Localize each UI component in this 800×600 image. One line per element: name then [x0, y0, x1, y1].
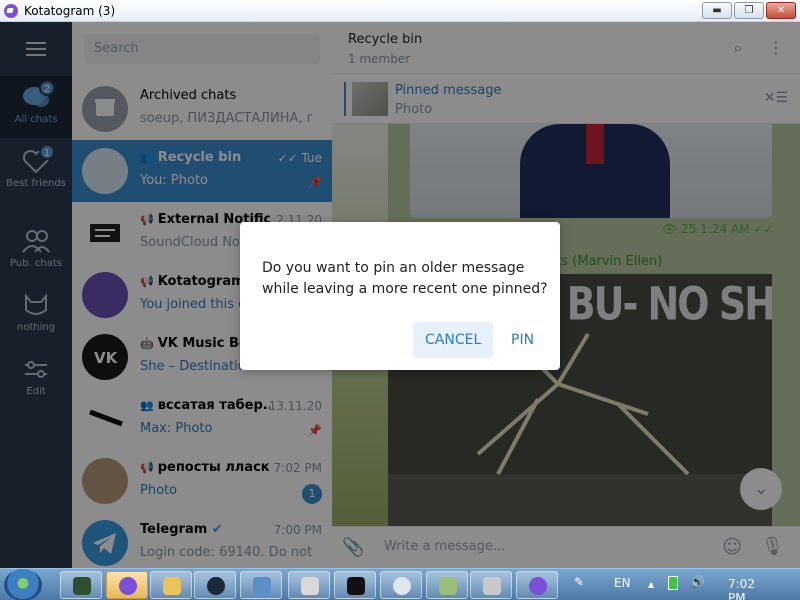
start-button[interactable]	[4, 569, 42, 600]
clock[interactable]: 7:02 PM	[728, 577, 755, 600]
cancel-button[interactable]: CANCEL	[413, 322, 494, 358]
battery-icon[interactable]	[668, 576, 678, 590]
close-button[interactable]: ✕	[766, 2, 796, 19]
kotatogram-app-icon	[4, 3, 18, 18]
minimize-button[interactable]: ▬	[702, 2, 732, 19]
kotatogram-icon	[119, 577, 137, 595]
taskbar-app[interactable]	[470, 571, 512, 599]
window-titlebar: Kotatogram (3) ▬ ❐ ✕	[0, 0, 800, 22]
app-icon	[253, 577, 271, 595]
taskbar-cmd[interactable]	[334, 571, 376, 599]
steam-icon	[207, 577, 225, 595]
volume-icon[interactable]: 🔊	[690, 575, 705, 589]
cmd-icon	[347, 577, 365, 595]
taskbar-steam[interactable]	[194, 571, 236, 599]
paint-icon	[301, 577, 319, 595]
taskbar-app[interactable]	[426, 571, 468, 599]
pin-button[interactable]: PIN	[499, 322, 546, 358]
window-controls: ▬ ❐ ✕	[702, 2, 796, 19]
taskbar-app[interactable]	[516, 571, 558, 599]
folder-icon	[163, 577, 181, 595]
taskbar-app[interactable]	[60, 571, 102, 599]
language-indicator[interactable]: EN	[614, 576, 631, 590]
taskbar-kotatogram[interactable]	[106, 571, 148, 599]
window-title: Kotatogram (3)	[24, 3, 116, 18]
tray-app-icon[interactable]: ✎	[574, 575, 584, 589]
maximize-button[interactable]: ❐	[734, 2, 764, 19]
terminal-icon	[73, 577, 91, 595]
kotatogram-icon	[529, 577, 547, 595]
taskbar-app[interactable]	[288, 571, 330, 599]
tray-expand-icon[interactable]: ▴	[648, 577, 654, 591]
disc-icon	[393, 577, 411, 595]
image-icon	[439, 577, 457, 595]
speaker-app-icon	[483, 577, 501, 595]
taskbar-explorer[interactable]	[150, 571, 192, 599]
taskbar-app[interactable]	[380, 571, 422, 599]
taskbar-app[interactable]	[240, 571, 282, 599]
windows-taskbar: ✎ EN ▴ 🔊 7:02 PM	[0, 568, 800, 600]
pin-confirm-dialog: Do you want to pin an older message whil…	[240, 222, 560, 370]
dialog-text: Do you want to pin an older message whil…	[262, 260, 548, 297]
